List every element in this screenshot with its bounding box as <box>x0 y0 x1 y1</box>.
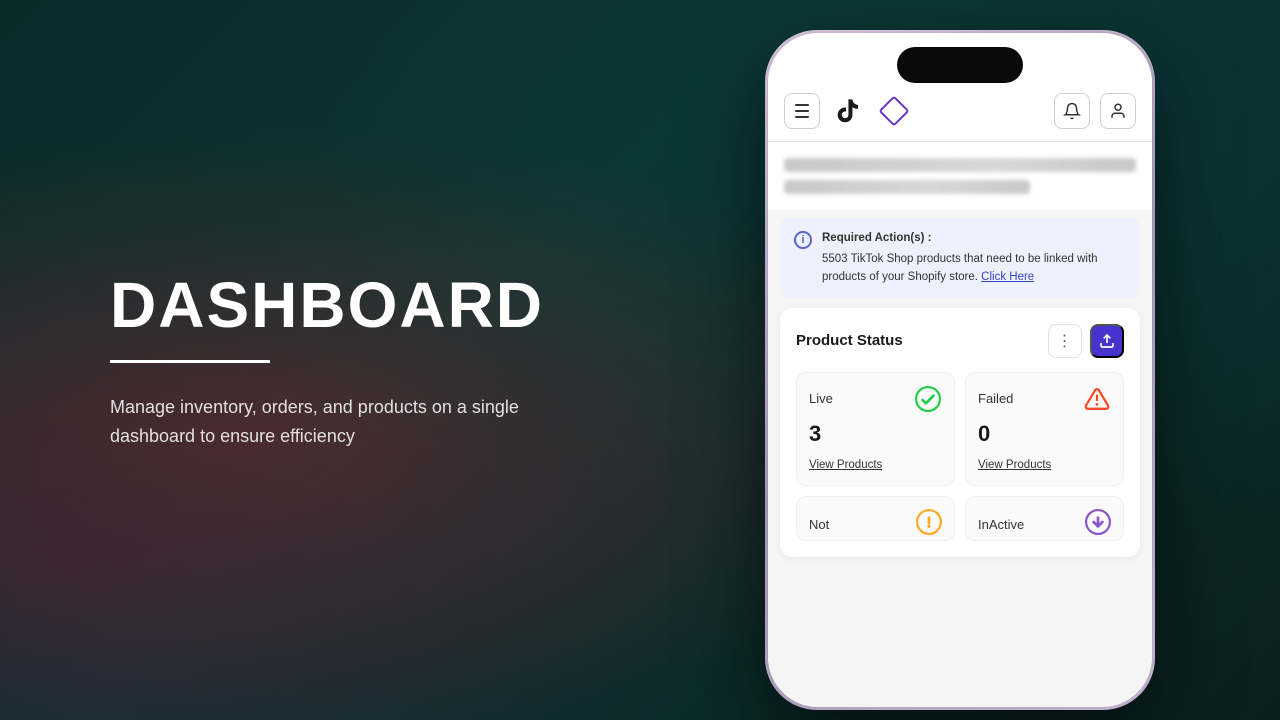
page-content: DASHBOARD Manage inventory, orders, and … <box>0 0 1280 720</box>
required-action-title: Required Action(s) : <box>822 230 1126 247</box>
user-button[interactable] <box>1100 93 1136 129</box>
welcome-text-line2 <box>784 180 1030 194</box>
app-logo-diamond <box>876 93 912 129</box>
info-icon: i <box>794 231 812 249</box>
page-subtitle: Manage inventory, orders, and products o… <box>110 393 530 451</box>
page-title: DASHBOARD <box>110 270 560 340</box>
failed-view-products-link[interactable]: View Products <box>978 459 1051 471</box>
live-icon <box>914 385 942 413</box>
menu-button[interactable] <box>784 93 820 129</box>
bell-button[interactable] <box>1054 93 1090 129</box>
inactive-label: InActive <box>978 517 1024 532</box>
product-status-card: Product Status ⋮ <box>780 308 1140 557</box>
right-panel: i Required Action(s) : 5503 TikTok Shop … <box>640 0 1280 720</box>
tiktok-logo <box>830 93 866 129</box>
hamburger-icon <box>795 104 809 118</box>
left-panel: DASHBOARD Manage inventory, orders, and … <box>0 0 640 720</box>
header-actions: ⋮ <box>1048 324 1124 358</box>
welcome-text-line1 <box>784 158 1136 172</box>
failed-icon <box>1083 385 1111 413</box>
status-row-bottom: Not <box>796 496 1124 541</box>
click-here-link[interactable]: Click Here <box>981 271 1034 283</box>
upload-button[interactable] <box>1090 324 1124 358</box>
dynamic-island <box>897 47 1023 83</box>
failed-label: Failed <box>978 391 1013 406</box>
inactive-label-row: InActive <box>978 509 1111 540</box>
status-item-live-header: Live <box>809 385 942 413</box>
status-item-live: Live 3 View Products <box>796 372 955 486</box>
diamond-icon <box>878 95 909 126</box>
required-action-body: 5503 TikTok Shop products that need to b… <box>822 253 1098 282</box>
not-icon <box>916 509 942 540</box>
phone-frame: i Required Action(s) : 5503 TikTok Shop … <box>765 30 1155 710</box>
not-label: Not <box>809 517 829 532</box>
three-dots-icon: ⋮ <box>1057 331 1074 351</box>
welcome-banner <box>768 142 1152 210</box>
failed-count: 0 <box>978 421 1111 447</box>
status-item-failed-header: Failed <box>978 385 1111 413</box>
live-view-products-link[interactable]: View Products <box>809 459 882 471</box>
three-dots-button[interactable]: ⋮ <box>1048 324 1082 358</box>
inactive-icon <box>1085 509 1111 540</box>
status-item-failed: Failed 0 <box>965 372 1124 486</box>
required-action-text: Required Action(s) : 5503 TikTok Shop pr… <box>822 230 1126 286</box>
status-item-not: Not <box>796 496 955 541</box>
product-status-title: Product Status <box>796 332 903 349</box>
screen-content: i Required Action(s) : 5503 TikTok Shop … <box>768 33 1152 707</box>
not-label-row: Not <box>809 509 942 540</box>
live-count: 3 <box>809 421 942 447</box>
title-divider <box>110 360 270 363</box>
live-label: Live <box>809 391 833 406</box>
status-item-inactive: InActive <box>965 496 1124 541</box>
phone-inner: i Required Action(s) : 5503 TikTok Shop … <box>768 33 1152 707</box>
product-status-header: Product Status ⋮ <box>796 324 1124 358</box>
status-grid: Live 3 View Products <box>796 372 1124 486</box>
required-action-box: i Required Action(s) : 5503 TikTok Shop … <box>780 218 1140 298</box>
